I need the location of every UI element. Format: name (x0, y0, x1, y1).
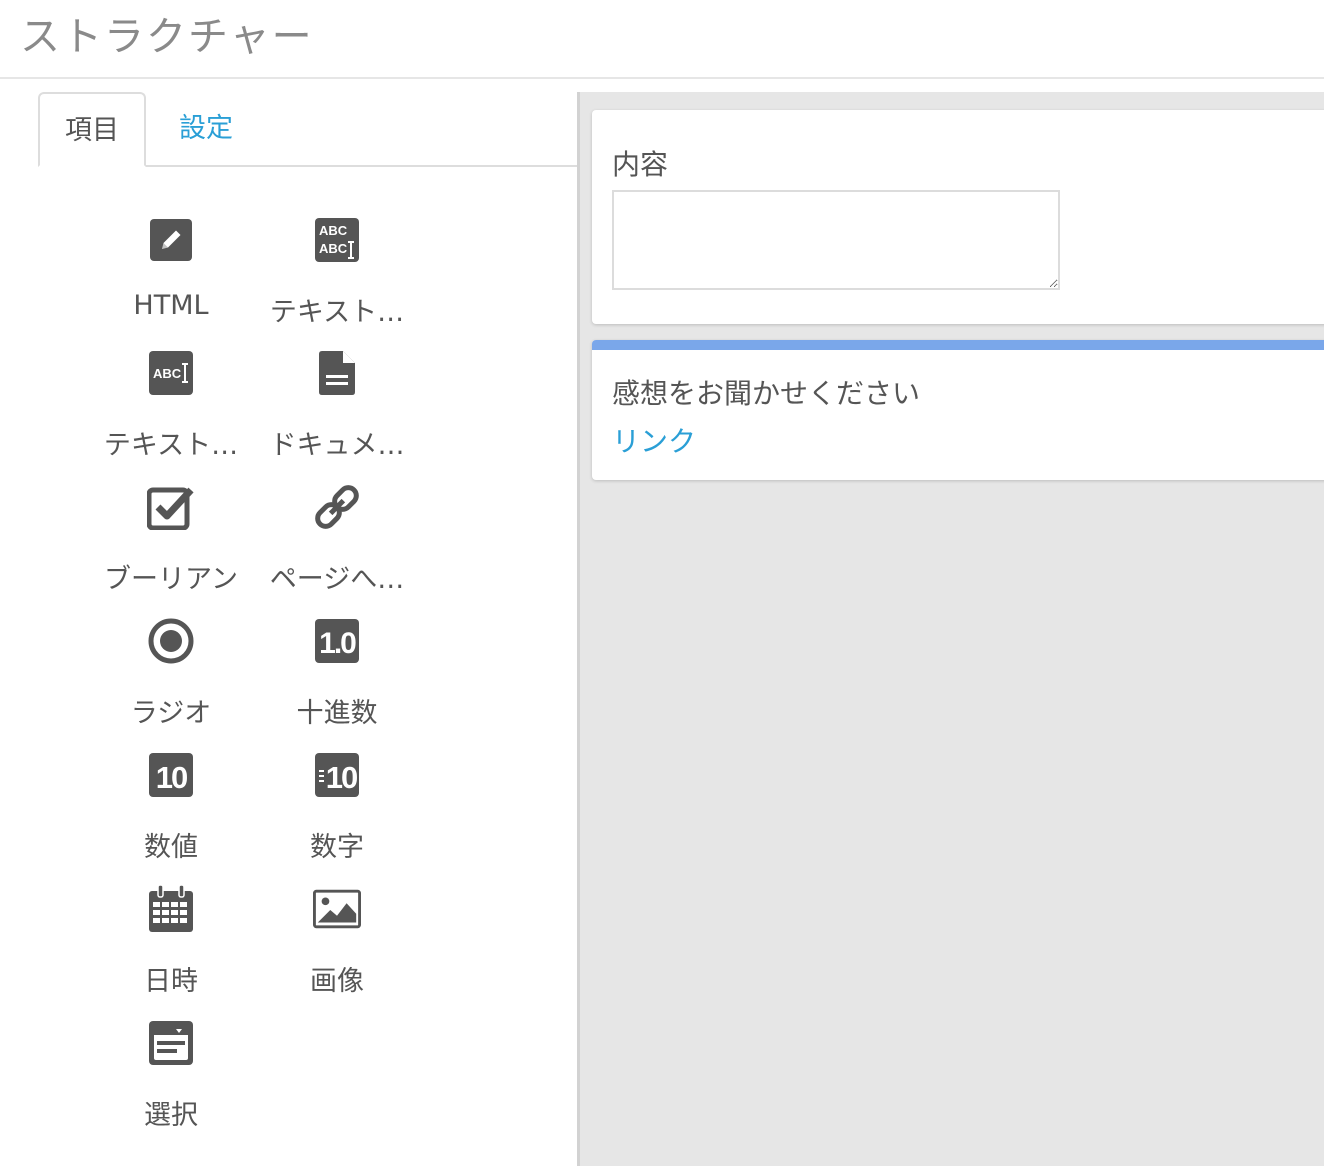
checkbox-icon (147, 483, 195, 531)
palette-item-radio[interactable]: ラジオ (96, 617, 246, 737)
svg-text:ABC: ABC (153, 366, 182, 381)
palette-item-label: 数字 (310, 832, 364, 863)
palette-item-label: 十進数 (296, 698, 378, 729)
tab-settings[interactable]: 設定 (176, 92, 236, 167)
field-palette-panel: 項目 設定 HTML ABC ABC テキスト… ABC テキスト… ドキュメ… … (0, 79, 578, 1166)
feedback-link[interactable]: リンク (612, 420, 696, 460)
palette-item-image[interactable]: 画像 (262, 885, 412, 1005)
svg-text:ABC: ABC (319, 223, 348, 238)
numeric-icon: 10 (313, 751, 361, 799)
palette-item-label: テキスト… (269, 297, 405, 328)
decimal-icon: 1.0 (313, 617, 361, 665)
palette-item-label: ページへ… (269, 564, 405, 595)
palette-item-number[interactable]: 10 数値 (96, 751, 246, 871)
multiline-text-icon: ABC ABC (313, 216, 361, 264)
content-textarea[interactable] (612, 190, 1060, 290)
feedback-text: 感想をお聞かせください (612, 377, 921, 410)
palette-item-label: 数値 (144, 832, 198, 863)
link-icon (313, 483, 361, 531)
palette-item-html[interactable]: HTML (96, 216, 246, 336)
svg-text:1.0: 1.0 (319, 627, 356, 660)
palette-item-decimal[interactable]: 1.0 十進数 (262, 617, 412, 737)
feedback-card[interactable]: 感想をお聞かせください リンク (592, 340, 1324, 480)
tab-items[interactable]: 項目 (38, 92, 146, 167)
svg-text:ABC: ABC (319, 241, 348, 256)
radio-icon (147, 617, 195, 665)
palette-item-label: 日時 (144, 966, 198, 997)
palette-item-label: ドキュメ… (269, 430, 405, 461)
palette-item-label: テキスト… (103, 430, 239, 461)
text-input-icon: ABC (147, 349, 195, 397)
palette-item-label: 画像 (310, 966, 364, 997)
card-accent-bar (592, 340, 1324, 350)
palette-item-page-link[interactable]: ページへ… (262, 483, 412, 603)
palette-tabs: 項目 設定 (38, 92, 578, 167)
page-title: ストラクチャー (20, 14, 314, 60)
image-icon (313, 885, 361, 933)
calendar-icon (147, 885, 195, 933)
palette-item-text[interactable]: ABC テキスト… (96, 349, 246, 469)
svg-text:10: 10 (326, 760, 357, 795)
content-field-label: 内容 (612, 148, 669, 181)
palette-item-multiline-text[interactable]: ABC ABC テキスト… (262, 216, 412, 336)
palette-item-label: HTML (133, 290, 209, 321)
select-icon (147, 1019, 195, 1067)
content-field-card[interactable]: 内容 (592, 110, 1324, 324)
palette-item-label: ラジオ (130, 698, 212, 729)
palette-item-datetime[interactable]: 日時 (96, 885, 246, 1005)
number-icon: 10 (147, 751, 195, 799)
palette-item-document[interactable]: ドキュメ… (262, 349, 412, 469)
palette-item-label: 選択 (144, 1100, 198, 1131)
palette-item-label: ブーリアン (104, 564, 238, 595)
structure-canvas: 内容 感想をお聞かせください リンク (580, 92, 1324, 1166)
pencil-square-icon (147, 216, 195, 264)
document-icon (313, 349, 361, 397)
palette-item-boolean[interactable]: ブーリアン (96, 483, 246, 603)
palette-item-select[interactable]: 選択 (96, 1019, 246, 1139)
palette-item-numeric[interactable]: 10 数字 (262, 751, 412, 871)
svg-text:10: 10 (156, 760, 187, 795)
